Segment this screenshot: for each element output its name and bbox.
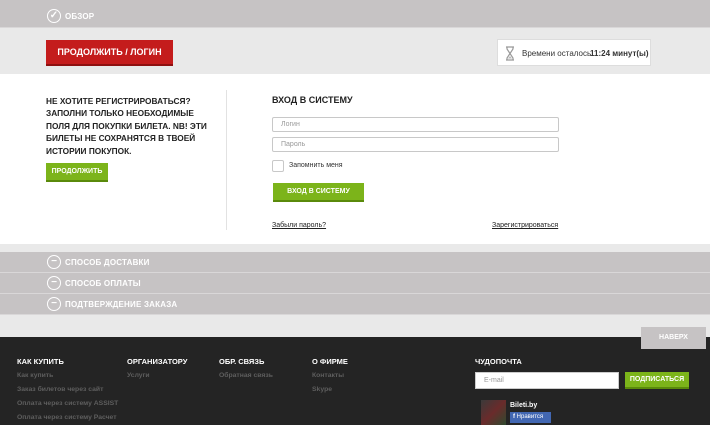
footer-about-title: О ФИРМЕ — [312, 357, 348, 366]
login-input[interactable]: Логин — [272, 117, 559, 132]
step-payment-label: СПОСОБ ОПЛАТЫ — [65, 279, 141, 288]
register-link[interactable]: Зарегистрироваться — [492, 222, 558, 229]
footer-link[interactable]: Оплата через систему Расчет — [17, 414, 117, 421]
subscribe-button[interactable]: ПОДПИСАТЬСЯ — [625, 372, 689, 389]
footer-link[interactable]: Как купить — [17, 372, 53, 379]
remember-checkbox[interactable] — [272, 160, 284, 172]
minus-circle-icon: − — [47, 255, 61, 269]
minus-circle-icon: − — [47, 297, 61, 311]
back-to-top-button[interactable]: НАВЕРХ — [641, 327, 706, 349]
time-left-value: 11:24 минут(ы) — [590, 49, 649, 58]
step-payment[interactable]: − СПОСОБ ОПЛАТЫ — [0, 273, 710, 294]
facebook-icon: f — [513, 414, 515, 420]
footer-link[interactable]: Skype — [312, 386, 332, 393]
pre-footer-gap — [0, 316, 710, 337]
forgot-password-link[interactable]: Забыли пароль? — [272, 222, 326, 229]
step-confirm-label: ПОДТВЕРЖДЕНИЕ ЗАКАЗА — [65, 300, 178, 309]
hourglass-icon — [506, 46, 514, 61]
time-left-label: Времени осталось — [522, 49, 592, 58]
step-delivery[interactable]: − СПОСОБ ДОСТАВКИ — [0, 252, 710, 273]
password-input[interactable]: Пароль — [272, 137, 559, 152]
login-title: ВХОД В СИСТЕМУ — [272, 95, 353, 105]
footer-organizer-title: ОРГАНИЗАТОРУ — [127, 357, 188, 366]
minus-circle-icon: − — [47, 276, 61, 290]
footer-link[interactable]: Услуги — [127, 372, 150, 379]
footer-feedback-title: ОБР. СВЯЗЬ — [219, 357, 265, 366]
step-confirm[interactable]: − ПОДТВЕРЖДЕНИЕ ЗАКАЗА — [0, 294, 710, 315]
step-overview[interactable]: ✓ ОБЗОР — [0, 0, 710, 28]
facebook-like-button[interactable]: f Нравится — [510, 412, 551, 423]
step-overview-label: ОБЗОР — [65, 12, 95, 21]
footer-link[interactable]: Оплата через систему ASSIST — [17, 400, 118, 407]
footer-link[interactable]: Заказ билетов через сайт — [17, 386, 103, 393]
check-circle-icon: ✓ — [47, 9, 61, 23]
step-delivery-label: СПОСОБ ДОСТАВКИ — [65, 258, 150, 267]
continue-login-button[interactable]: ПРОДОЛЖИТЬ / ЛОГИН — [46, 40, 173, 66]
footer-newsletter-title: ЧУДОПОЧТА — [475, 357, 522, 366]
like-label: Нравится — [516, 414, 544, 420]
footer-link[interactable]: Обратная связь — [219, 372, 273, 379]
divider — [226, 90, 227, 230]
login-submit-button[interactable]: ВХОД В СИСТЕМУ — [273, 183, 364, 202]
page-avatar — [481, 400, 506, 425]
guest-continue-button[interactable]: ПРОДОЛЖИТЬ — [46, 163, 108, 182]
remember-label: Запомнить меня — [289, 162, 343, 169]
footer-how-to-buy-title: КАК КУПИТЬ — [17, 357, 64, 366]
footer-link[interactable]: Контакты — [312, 372, 344, 379]
social-page-name[interactable]: Bileti.by — [510, 402, 537, 409]
guest-text: НЕ ХОТИТЕ РЕГИСТРИРОВАТЬСЯ? ЗАПОЛНИ ТОЛЬ… — [46, 96, 207, 156]
timer-box: Времени осталось 11:24 минут(ы) — [497, 39, 651, 66]
newsletter-email-input[interactable]: E-mail — [475, 372, 619, 389]
